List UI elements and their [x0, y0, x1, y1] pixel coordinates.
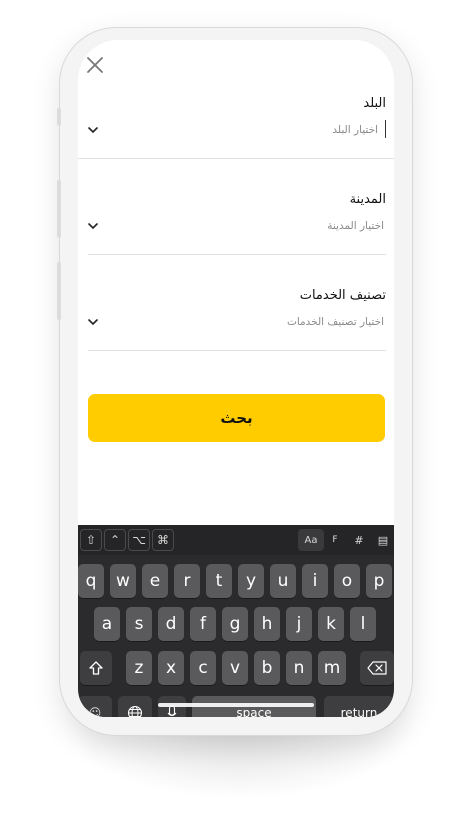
backspace-key[interactable] — [360, 651, 394, 685]
divider — [88, 350, 386, 351]
key-a[interactable]: a — [94, 607, 120, 641]
key-v[interactable]: v — [222, 651, 248, 685]
chevron-down-icon — [88, 223, 98, 230]
country-select[interactable]: اختيار البلد — [88, 120, 386, 156]
chevron-down-icon — [88, 127, 98, 134]
key-s[interactable]: s — [126, 607, 152, 641]
service-label: تصنيف الخدمات — [299, 288, 386, 303]
key-p[interactable]: p — [366, 564, 392, 598]
key-k[interactable]: k — [318, 607, 344, 641]
globe-key[interactable] — [118, 696, 152, 717]
key-j[interactable]: j — [286, 607, 312, 641]
key-c[interactable]: c — [190, 651, 216, 685]
shift-modifier-key[interactable]: ⇧ — [80, 529, 102, 551]
key-e[interactable]: e — [142, 564, 168, 598]
city-select[interactable]: اختيار المدينة — [88, 216, 386, 252]
key-r[interactable]: r — [174, 564, 200, 598]
shift-key[interactable] — [80, 651, 112, 685]
globe-icon — [127, 705, 143, 717]
key-u[interactable]: u — [270, 564, 296, 598]
numbers-button[interactable]: # — [348, 529, 370, 551]
volume-down-button — [57, 262, 61, 320]
option-modifier-key[interactable]: ⌥ — [128, 529, 150, 551]
service-select[interactable]: اختيار تصنيف الخدمات — [88, 312, 386, 348]
return-key[interactable]: return — [324, 696, 394, 717]
control-modifier-key[interactable]: ⌃ — [104, 529, 126, 551]
text-cursor — [385, 120, 386, 138]
key-w[interactable]: w — [110, 564, 136, 598]
key-b[interactable]: b — [254, 651, 280, 685]
key-q[interactable]: q — [78, 564, 104, 598]
key-i[interactable]: i — [302, 564, 328, 598]
close-button[interactable] — [84, 54, 106, 76]
search-button[interactable]: بحث — [88, 394, 385, 442]
chevron-down-icon — [88, 319, 98, 326]
key-m[interactable]: m — [318, 651, 346, 685]
keyboard-toolbar: ⇧ ⌃ ⌥ ⌘ Aa F # ▤ — [78, 525, 394, 555]
key-f[interactable]: f — [190, 607, 216, 641]
service-placeholder: اختيار تصنيف الخدمات — [286, 316, 384, 328]
command-modifier-key[interactable]: ⌘ — [152, 529, 174, 551]
city-label: المدينة — [349, 192, 386, 207]
country-placeholder: اختيار البلد — [332, 124, 378, 136]
home-indicator — [158, 703, 314, 707]
backspace-icon — [367, 661, 387, 675]
divider — [88, 254, 386, 255]
emoji-key[interactable]: ☺ — [78, 696, 112, 717]
volume-up-button — [57, 180, 61, 238]
key-h[interactable]: h — [254, 607, 280, 641]
key-g[interactable]: g — [222, 607, 248, 641]
keyboard: ⇧ ⌃ ⌥ ⌘ Aa F # ▤ q w e r t y u i o p a s… — [78, 525, 394, 717]
key-d[interactable]: d — [158, 607, 184, 641]
key-z[interactable]: z — [126, 651, 152, 685]
text-format-button[interactable]: Aa — [298, 529, 324, 551]
divider — [78, 158, 394, 159]
emoji-icon: ☺ — [88, 706, 102, 717]
key-x[interactable]: x — [158, 651, 184, 685]
mute-switch — [57, 108, 61, 126]
key-y[interactable]: y — [238, 564, 264, 598]
app-screen: البلد اختيار البلد المدينة اختيار المدين… — [78, 40, 394, 717]
shift-icon — [89, 661, 103, 675]
key-o[interactable]: o — [334, 564, 360, 598]
key-t[interactable]: t — [206, 564, 232, 598]
close-icon — [87, 57, 103, 73]
city-placeholder: اختيار المدينة — [327, 220, 384, 232]
key-l[interactable]: l — [350, 607, 376, 641]
key-n[interactable]: n — [286, 651, 312, 685]
function-keys-button[interactable]: F — [324, 529, 346, 551]
country-label: البلد — [363, 96, 386, 111]
keyboard-options-button[interactable]: ▤ — [372, 529, 394, 551]
